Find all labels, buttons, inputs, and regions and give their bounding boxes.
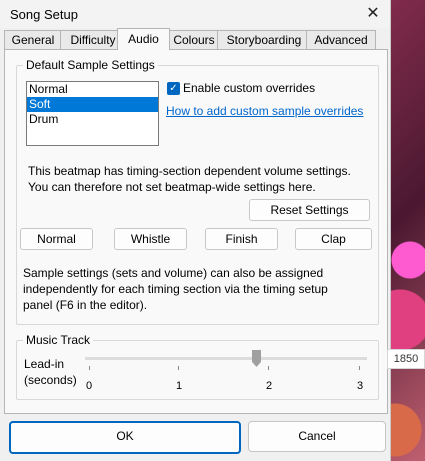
lead-in-label-line1: Lead-in [24, 357, 65, 371]
slider-tick [178, 366, 179, 370]
slider-tick-label: 1 [176, 380, 183, 392]
tab-colours[interactable]: Colours [165, 30, 223, 49]
list-item[interactable]: Soft [27, 97, 158, 112]
tab-audio[interactable]: Audio [117, 28, 170, 50]
slider-tick-label: 2 [266, 380, 273, 392]
reset-settings-button[interactable]: Reset Settings [249, 199, 370, 221]
slider-tick-label: 0 [86, 380, 93, 392]
tab-general[interactable]: General [4, 30, 62, 49]
window-title: Song Setup [10, 7, 78, 22]
slider-tick [359, 366, 360, 370]
song-setup-dialog: Song Setup ✕ General Difficulty Audio Co… [0, 0, 391, 461]
group-label-music-track: Music Track [23, 333, 94, 347]
close-icon[interactable]: ✕ [360, 2, 386, 26]
notice-text-line1: This beatmap has timing-section dependen… [28, 164, 351, 178]
tab-storyboarding[interactable]: Storyboarding [217, 30, 311, 49]
slider-tick [268, 366, 269, 370]
sample-set-list[interactable]: Normal Soft Drum [26, 81, 159, 146]
list-item[interactable]: Normal [27, 82, 158, 97]
info-text-line2: independently for each timing section vi… [23, 282, 328, 296]
cancel-button[interactable]: Cancel [248, 421, 386, 452]
normal-hitsound-button[interactable]: Normal [20, 228, 93, 250]
lead-in-value-display: 1850 [387, 349, 425, 369]
whistle-hitsound-button[interactable]: Whistle [114, 228, 187, 250]
custom-overrides-label[interactable]: Enable custom overrides [183, 81, 315, 95]
tab-advanced[interactable]: Advanced [306, 30, 376, 49]
title-bar: Song Setup ✕ [0, 0, 390, 28]
slider-tick-label: 3 [357, 380, 364, 392]
info-text-line1: Sample settings (sets and volume) can al… [23, 266, 324, 280]
info-text-line3: panel (F6 in the editor). [23, 298, 148, 312]
notice-text-line2: You can therefore not set beatmap-wide s… [28, 180, 316, 194]
lead-in-label-line2: (seconds) [24, 373, 77, 387]
group-label-sample-settings: Default Sample Settings [23, 58, 158, 72]
lead-in-slider-track[interactable] [85, 357, 367, 360]
finish-hitsound-button[interactable]: Finish [205, 228, 278, 250]
custom-samples-help-link[interactable]: How to add custom sample overrides [166, 104, 363, 118]
slider-tick [89, 366, 90, 370]
custom-overrides-checkbox[interactable]: ✓ [167, 82, 180, 95]
ok-button[interactable]: OK [9, 421, 241, 454]
list-item[interactable]: Drum [27, 112, 158, 127]
music-track-group: Music Track [16, 333, 379, 400]
clap-hitsound-button[interactable]: Clap [295, 228, 372, 250]
